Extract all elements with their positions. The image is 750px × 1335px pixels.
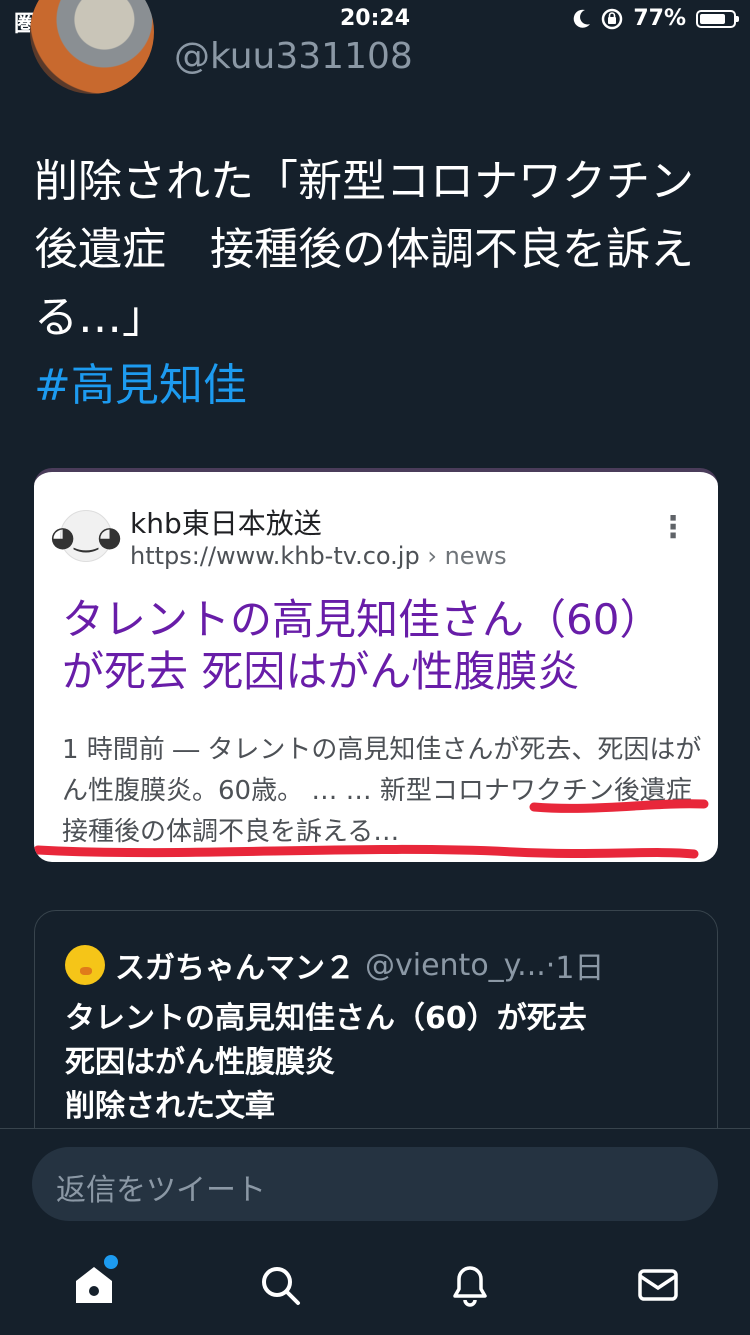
reply-placeholder: 返信をツイート: [56, 1173, 266, 1208]
author-handle[interactable]: @kuu331108: [174, 36, 413, 77]
separator-dot: ·: [545, 947, 556, 983]
messages-icon[interactable]: [636, 1263, 680, 1307]
home-notification-dot: [104, 1255, 118, 1269]
quoted-line: 削除された文章: [65, 1089, 275, 1124]
rotation-lock-icon: [602, 8, 623, 29]
quoted-line: タレントの高見知佳さん（60）が死去: [65, 1001, 587, 1036]
home-icon[interactable]: [72, 1263, 116, 1307]
hashtag-link[interactable]: #高見知佳: [34, 352, 724, 420]
more-options-icon: ⋮: [658, 510, 688, 545]
result-site-name: khb東日本放送: [130, 507, 322, 540]
tweet-image[interactable]: ◕‿◕ khb東日本放送 https://www.khb-tv.co.jp › …: [34, 468, 718, 862]
quoted-tweet-time: 1日: [555, 951, 605, 986]
result-url-domain: https://www.khb-tv.co.jp: [130, 542, 420, 570]
result-title: タレントの高見知佳さん（60）が死去 死因はがん性腹膜炎: [62, 595, 662, 696]
tweet-text: 削除された「新型コロナワクチン後遺症 接種後の体調不良を訴える…」 #高見知佳: [34, 148, 724, 420]
quoted-tweet-header: スガちゃんマン２ @viento_y... · 1日: [65, 943, 604, 987]
reply-input[interactable]: 返信をツイート: [32, 1147, 718, 1221]
quoted-author-handle: @viento_y...: [365, 947, 546, 983]
result-url: https://www.khb-tv.co.jp › news: [130, 542, 507, 570]
quoted-author-name: スガちゃんマン２: [115, 951, 355, 986]
status-right: 77%: [573, 6, 739, 31]
search-icon[interactable]: [258, 1263, 302, 1307]
author-avatar[interactable]: [30, 0, 154, 94]
result-snippet: 1 時間前 ― タレントの高見知佳さんが死去、死因はがん性腹膜炎。60歳。 … …: [62, 735, 702, 847]
battery-percent: 77%: [633, 6, 686, 31]
tweet-body: 削除された「新型コロナワクチン後遺症 接種後の体調不良を訴える…」: [34, 156, 694, 343]
site-logo: ◕‿◕: [50, 510, 122, 562]
battery-icon: [696, 9, 739, 28]
quoted-line: 死因はがん性腹膜炎: [65, 1045, 335, 1080]
quoted-author-avatar: [65, 945, 105, 985]
result-url-crumb: › news: [419, 542, 507, 570]
notifications-icon[interactable]: [448, 1263, 492, 1307]
moon-icon: [574, 9, 591, 28]
bottom-bar: 返信をツイート: [0, 1128, 750, 1335]
quoted-tweet-text: タレントの高見知佳さん（60）が死去 死因はがん性腹膜炎 削除された文章: [65, 997, 587, 1129]
